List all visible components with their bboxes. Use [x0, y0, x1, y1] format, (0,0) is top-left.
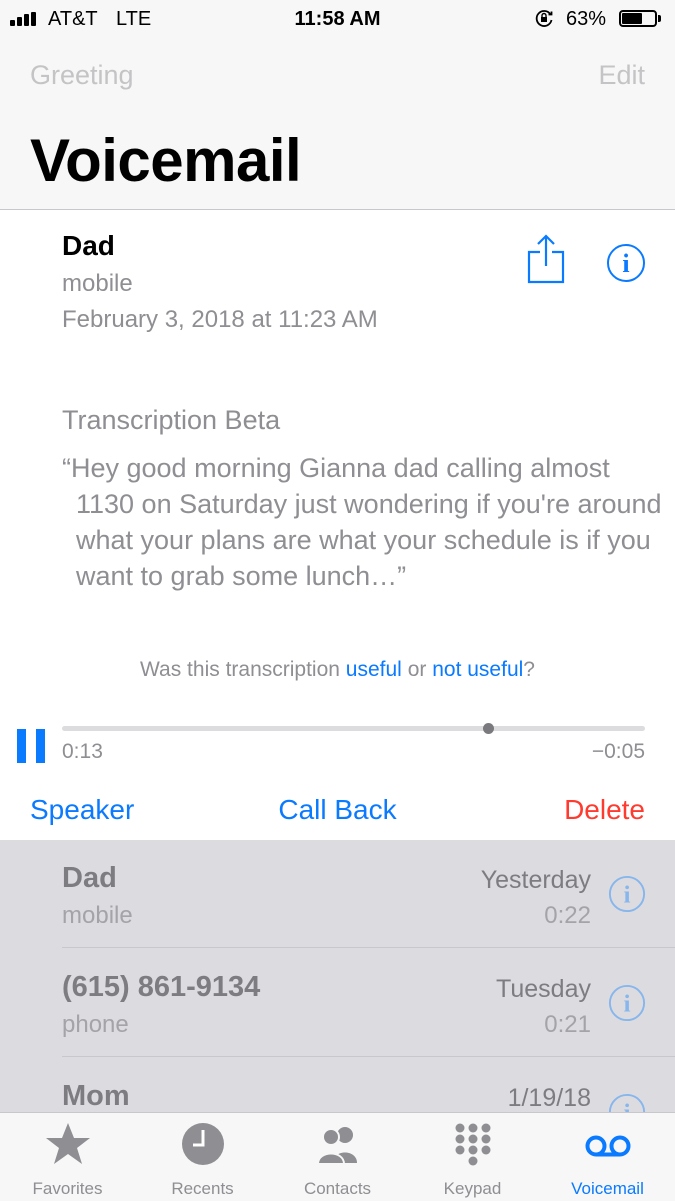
- info-icon[interactable]: i: [608, 1093, 646, 1112]
- delete-button[interactable]: Delete: [564, 794, 645, 826]
- list-item-date: Yesterday: [480, 866, 591, 894]
- feedback-or: or: [407, 658, 427, 681]
- useful-link[interactable]: useful: [346, 658, 402, 681]
- svg-text:i: i: [624, 991, 631, 1018]
- star-icon: [46, 1123, 90, 1164]
- edit-button[interactable]: Edit: [598, 60, 645, 91]
- scrubber-thumb[interactable]: [483, 723, 494, 734]
- row-divider: [62, 1056, 675, 1057]
- tab-voicemail[interactable]: Voicemail: [540, 1113, 675, 1201]
- info-icon[interactable]: i: [608, 875, 646, 913]
- list-item-type: phone: [62, 1011, 129, 1038]
- info-icon[interactable]: i: [606, 243, 646, 283]
- tab-label: Recents: [171, 1179, 234, 1198]
- svg-text:i: i: [624, 882, 631, 909]
- list-item-duration: 0:22: [544, 902, 591, 929]
- list-item-date: Tuesday: [496, 975, 591, 1003]
- remaining-time: −0:05: [591, 740, 645, 763]
- battery-percent: 63%: [566, 8, 607, 30]
- list-item-name: (615) 861-9134: [62, 971, 261, 1003]
- caller-type: mobile: [62, 270, 133, 297]
- orientation-lock-icon: [535, 10, 553, 27]
- voicemail-date: February 3, 2018 at 11:23 AM: [62, 306, 378, 333]
- feedback-question-mark: ?: [523, 658, 535, 681]
- battery-nub: [658, 15, 661, 22]
- contacts-icon: [316, 1127, 357, 1165]
- elapsed-time: 0:13: [62, 740, 103, 763]
- pause-icon[interactable]: [17, 729, 45, 763]
- list-item-duration: 0:21: [544, 1011, 591, 1038]
- tab-label: Keypad: [443, 1179, 502, 1198]
- status-bar: AT&T LTE 11:58 AM 63%: [0, 0, 675, 40]
- navigation-header: Greeting Edit Voicemail: [0, 40, 675, 210]
- tab-contacts[interactable]: Contacts: [270, 1113, 405, 1201]
- transcription-text: “Hey good morning Gianna dad calling alm…: [62, 453, 662, 591]
- svg-text:i: i: [622, 249, 629, 278]
- list-item[interactable]: Mom 1/19/18 i: [0, 1058, 675, 1112]
- tab-label: Contacts: [303, 1179, 372, 1198]
- tab-recents[interactable]: Recents: [135, 1113, 270, 1201]
- voicemail-list: Dad mobile Yesterday 0:22 i (615) 861-91…: [0, 840, 675, 1112]
- info-icon[interactable]: i: [608, 984, 646, 1022]
- list-item-name: Mom: [62, 1080, 130, 1112]
- svg-text:i: i: [624, 1100, 631, 1112]
- row-divider: [62, 947, 675, 948]
- not-useful-link[interactable]: not useful: [432, 658, 523, 681]
- feedback-prompt: Was this transcription: [140, 658, 340, 681]
- tab-favorites[interactable]: Favorites: [0, 1113, 135, 1201]
- tab-bar: Favorites Recents Contacts Keypad Voicem…: [0, 1112, 675, 1201]
- page-title: Voicemail: [30, 127, 302, 194]
- transcription-feedback: Was this transcription useful or not use…: [0, 658, 675, 682]
- tab-label: Favorites: [32, 1179, 103, 1198]
- transcription-label: Transcription Beta: [62, 405, 281, 435]
- battery-icon: [619, 10, 657, 27]
- list-item-type: mobile: [62, 902, 133, 929]
- clock-icon: [182, 1123, 224, 1165]
- tab-label: Voicemail: [571, 1179, 644, 1198]
- keypad-icon: [455, 1123, 491, 1166]
- share-icon[interactable]: [526, 234, 566, 284]
- list-item-name: Dad: [62, 862, 117, 894]
- list-item-date: 1/19/18: [507, 1084, 591, 1112]
- caller-name: Dad: [62, 230, 115, 261]
- greeting-button[interactable]: Greeting: [30, 60, 134, 91]
- list-item[interactable]: Dad mobile Yesterday 0:22 i: [0, 840, 675, 948]
- tab-keypad[interactable]: Keypad: [405, 1113, 540, 1201]
- voicemail-icon: [585, 1135, 631, 1157]
- list-item[interactable]: (615) 861-9134 phone Tuesday 0:21 i: [0, 949, 675, 1057]
- playback-scrubber[interactable]: [62, 726, 645, 731]
